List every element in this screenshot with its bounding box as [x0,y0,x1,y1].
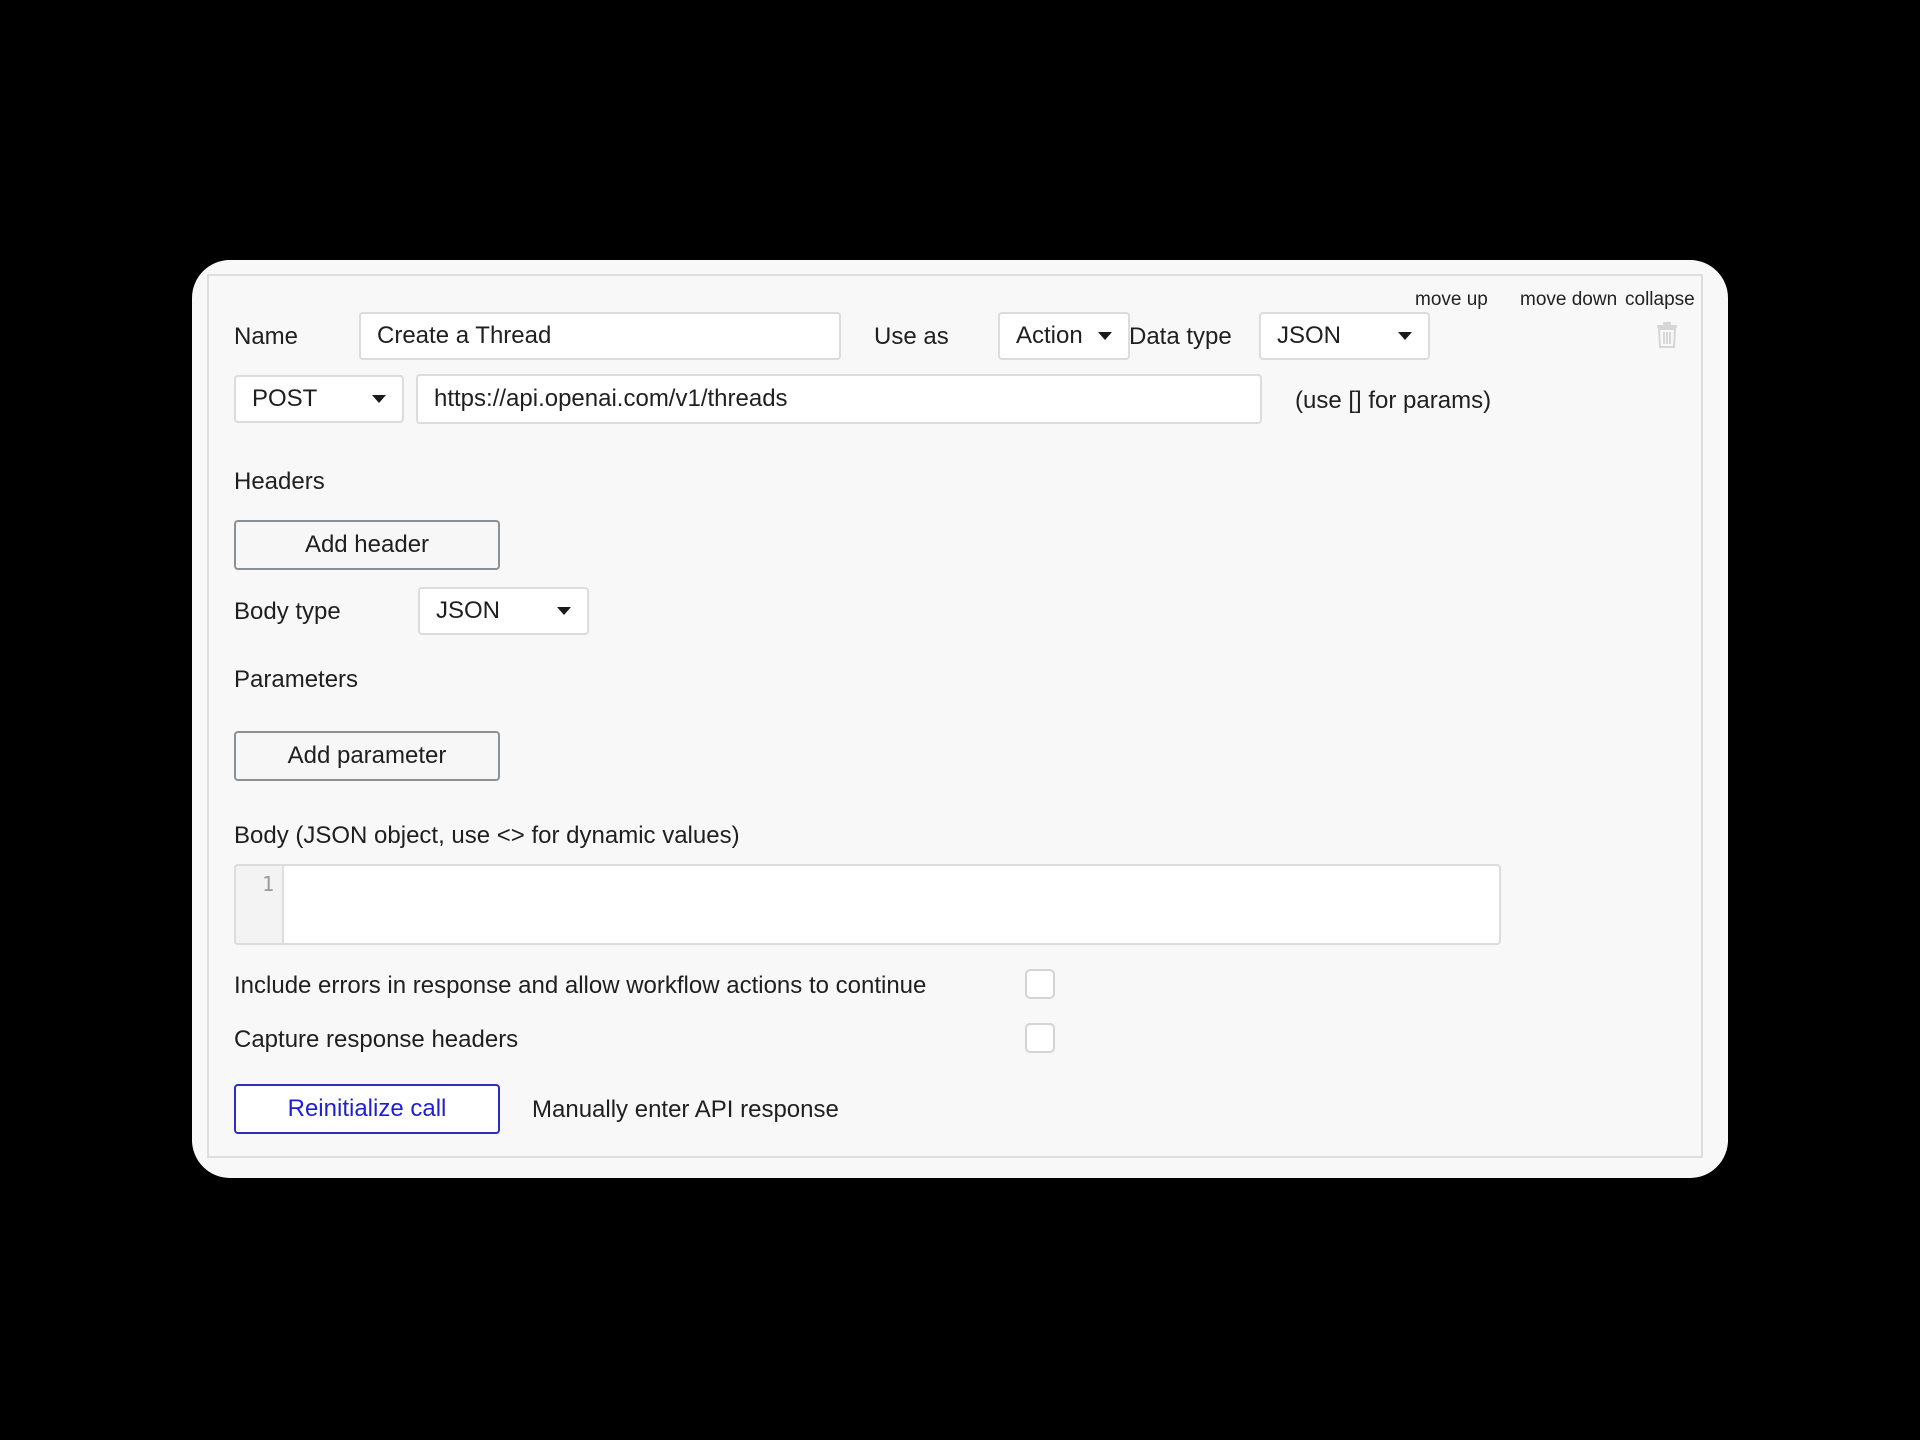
include-errors-checkbox[interactable] [1025,969,1055,999]
trash-icon[interactable] [1656,322,1678,353]
editor-gutter: 1 [236,866,284,943]
url-input[interactable]: https://api.openai.com/v1/threads [416,374,1262,424]
line-number: 1 [261,872,274,896]
name-input[interactable]: Create a Thread [359,312,841,360]
add-parameter-button[interactable]: Add parameter [234,731,500,781]
add-header-button[interactable]: Add header [234,520,500,570]
manual-response-link[interactable]: Manually enter API response [532,1096,839,1124]
headers-title: Headers [234,468,325,495]
chevron-down-icon [1398,332,1412,340]
use-as-value: Action [1016,322,1083,349]
api-call-card: move up move down collapse Name Create a… [192,260,1728,1178]
collapse-link[interactable]: collapse [1625,289,1695,311]
use-as-dropdown[interactable]: Action [998,312,1130,360]
data-type-dropdown[interactable]: JSON [1259,312,1430,360]
chevron-down-icon [1098,332,1112,340]
move-down-link[interactable]: move down [1520,289,1617,311]
reinitialize-call-button[interactable]: Reinitialize call [234,1084,500,1134]
use-as-label: Use as [874,323,949,350]
api-call-panel: move up move down collapse Name Create a… [207,274,1703,1158]
method-value: POST [252,385,318,412]
parameters-title: Parameters [234,666,359,693]
name-label: Name [234,323,299,350]
url-hint: (use [] for params) [1295,387,1492,414]
body-label: Body (JSON object, use <> for dynamic va… [234,822,740,849]
method-dropdown[interactable]: POST [234,375,404,423]
data-type-value: JSON [1277,322,1342,349]
include-errors-label: Include errors in response and allow wor… [234,972,927,999]
body-type-value: JSON [436,597,501,624]
body-type-label: Body type [234,598,341,625]
chevron-down-icon [557,607,571,615]
capture-headers-label: Capture response headers [234,1026,519,1053]
capture-headers-checkbox[interactable] [1025,1023,1055,1053]
move-up-link[interactable]: move up [1415,289,1488,311]
body-type-dropdown[interactable]: JSON [418,587,589,635]
data-type-label: Data type [1129,323,1232,350]
body-editor[interactable]: 1 [234,864,1501,945]
chevron-down-icon [372,395,386,403]
